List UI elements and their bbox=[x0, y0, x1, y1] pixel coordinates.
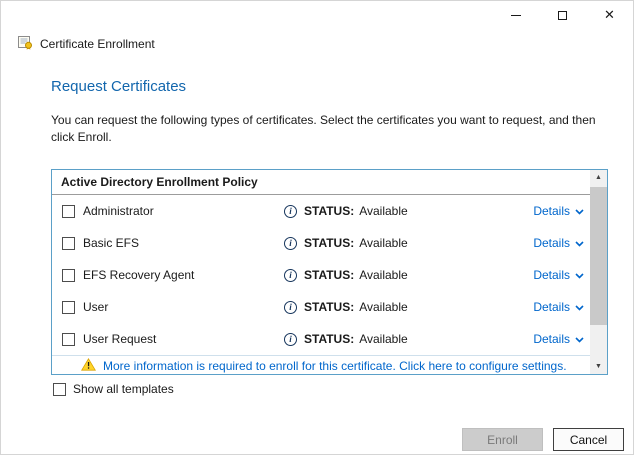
certificate-enrollment-window: ✕ Certificate Enrollment Request Certifi… bbox=[0, 0, 634, 455]
certificate-row: User i STATUS: Available Details bbox=[52, 291, 590, 323]
scroll-up-button[interactable]: ▲ bbox=[590, 170, 607, 185]
certificate-row: Administrator i STATUS: Available Detail… bbox=[52, 195, 590, 227]
warning-icon bbox=[81, 358, 96, 374]
warning-text: More information is required to enroll f… bbox=[103, 359, 567, 373]
info-icon: i bbox=[284, 333, 297, 346]
chevron-down-icon bbox=[575, 204, 584, 218]
details-label: Details bbox=[533, 268, 570, 282]
details-link[interactable]: Details bbox=[533, 300, 584, 314]
app-header: Certificate Enrollment bbox=[17, 34, 155, 53]
details-label: Details bbox=[533, 300, 570, 314]
page-description: You can request the following types of c… bbox=[51, 112, 601, 146]
details-label: Details bbox=[533, 332, 570, 346]
certificate-name: User bbox=[83, 300, 108, 314]
cancel-button[interactable]: Cancel bbox=[553, 428, 624, 451]
details-link[interactable]: Details bbox=[533, 204, 584, 218]
scrollbar[interactable]: ▲ ▼ bbox=[590, 170, 607, 374]
certificate-status: i STATUS: Available bbox=[284, 268, 533, 282]
minimize-button[interactable] bbox=[492, 1, 539, 29]
status-label: STATUS: bbox=[304, 300, 354, 314]
certificate-name: User Request bbox=[83, 332, 156, 346]
certificate-checkbox[interactable] bbox=[62, 205, 75, 218]
certificate-name: EFS Recovery Agent bbox=[83, 268, 194, 282]
certificate-row: User Request i STATUS: Available Details bbox=[52, 323, 590, 355]
status-label: STATUS: bbox=[304, 268, 354, 282]
info-icon: i bbox=[284, 301, 297, 314]
certificate-rows: Administrator i STATUS: Available Detail… bbox=[52, 195, 590, 355]
close-button[interactable]: ✕ bbox=[586, 1, 633, 29]
configure-settings-link[interactable]: More information is required to enroll f… bbox=[52, 355, 590, 375]
maximize-icon bbox=[558, 11, 567, 20]
certificate-row-left: EFS Recovery Agent bbox=[62, 268, 284, 282]
maximize-button[interactable] bbox=[539, 1, 586, 29]
details-link[interactable]: Details bbox=[533, 236, 584, 250]
certificate-checkbox[interactable] bbox=[62, 333, 75, 346]
status-value: Available bbox=[359, 300, 407, 314]
chevron-down-icon bbox=[575, 268, 584, 282]
status-value: Available bbox=[359, 236, 407, 250]
policy-list-content: Active Directory Enrollment Policy Admin… bbox=[52, 170, 590, 374]
certificate-row-left: Basic EFS bbox=[62, 236, 284, 250]
scrollbar-thumb[interactable] bbox=[590, 187, 607, 325]
info-icon: i bbox=[284, 269, 297, 282]
certificate-row: Basic EFS i STATUS: Available Details bbox=[52, 227, 590, 259]
chevron-down-icon bbox=[575, 332, 584, 346]
certificate-row-left: User bbox=[62, 300, 284, 314]
chevron-down-icon bbox=[575, 236, 584, 250]
enroll-button[interactable]: Enroll bbox=[462, 428, 543, 451]
chevron-down-icon bbox=[575, 300, 584, 314]
footer-buttons: Enroll Cancel bbox=[462, 428, 624, 451]
status-value: Available bbox=[359, 332, 407, 346]
details-label: Details bbox=[533, 204, 570, 218]
certificate-checkbox[interactable] bbox=[62, 237, 75, 250]
scroll-down-button[interactable]: ▼ bbox=[590, 359, 607, 374]
show-all-templates: Show all templates bbox=[53, 382, 174, 396]
show-all-templates-label: Show all templates bbox=[73, 382, 174, 396]
page-title: Request Certificates bbox=[51, 78, 186, 95]
certificate-status: i STATUS: Available bbox=[284, 236, 533, 250]
titlebar: ✕ bbox=[492, 1, 633, 29]
details-link[interactable]: Details bbox=[533, 268, 584, 282]
certificate-row: EFS Recovery Agent i STATUS: Available D… bbox=[52, 259, 590, 291]
certificate-name: Basic EFS bbox=[83, 236, 139, 250]
certificate-status: i STATUS: Available bbox=[284, 204, 533, 218]
enrollment-policy-list: Active Directory Enrollment Policy Admin… bbox=[51, 169, 608, 375]
certificate-name: Administrator bbox=[83, 204, 154, 218]
certificate-checkbox[interactable] bbox=[62, 301, 75, 314]
details-link[interactable]: Details bbox=[533, 332, 584, 346]
minimize-icon bbox=[511, 15, 521, 16]
certificate-status: i STATUS: Available bbox=[284, 332, 533, 346]
close-icon: ✕ bbox=[604, 7, 615, 23]
status-label: STATUS: bbox=[304, 236, 354, 250]
status-value: Available bbox=[359, 268, 407, 282]
info-icon: i bbox=[284, 237, 297, 250]
status-value: Available bbox=[359, 204, 407, 218]
certificate-checkbox[interactable] bbox=[62, 269, 75, 282]
policy-group-header: Active Directory Enrollment Policy bbox=[52, 170, 590, 195]
certificate-row-left: User Request bbox=[62, 332, 284, 346]
certificate-enrollment-icon bbox=[17, 34, 33, 53]
info-icon: i bbox=[284, 205, 297, 218]
status-label: STATUS: bbox=[304, 204, 354, 218]
certificate-status: i STATUS: Available bbox=[284, 300, 533, 314]
show-all-templates-checkbox[interactable] bbox=[53, 383, 66, 396]
app-title: Certificate Enrollment bbox=[40, 37, 155, 51]
details-label: Details bbox=[533, 236, 570, 250]
scrollbar-track[interactable] bbox=[590, 185, 607, 359]
certificate-row-left: Administrator bbox=[62, 204, 284, 218]
status-label: STATUS: bbox=[304, 332, 354, 346]
